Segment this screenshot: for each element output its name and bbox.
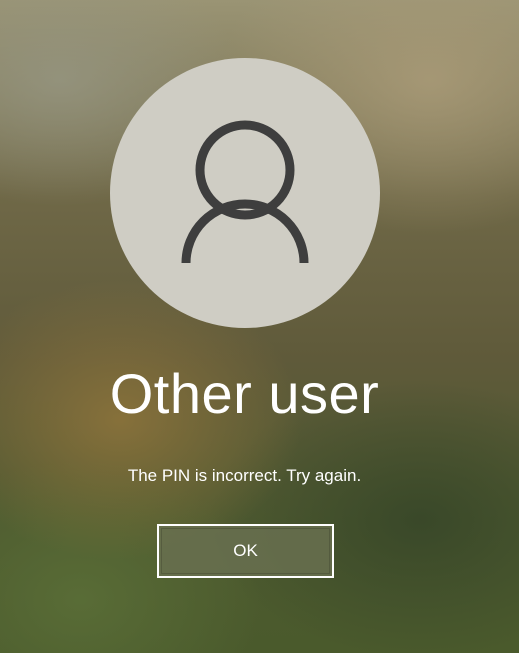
user-name: Other user <box>109 362 380 425</box>
ok-button[interactable]: OK <box>157 524 334 578</box>
lock-screen: Other user The PIN is incorrect. Try aga… <box>0 0 519 653</box>
ok-button-label: OK <box>233 541 258 560</box>
avatar <box>110 58 380 328</box>
person-icon <box>181 120 309 264</box>
error-message: The PIN is incorrect. Try again. <box>127 466 362 485</box>
